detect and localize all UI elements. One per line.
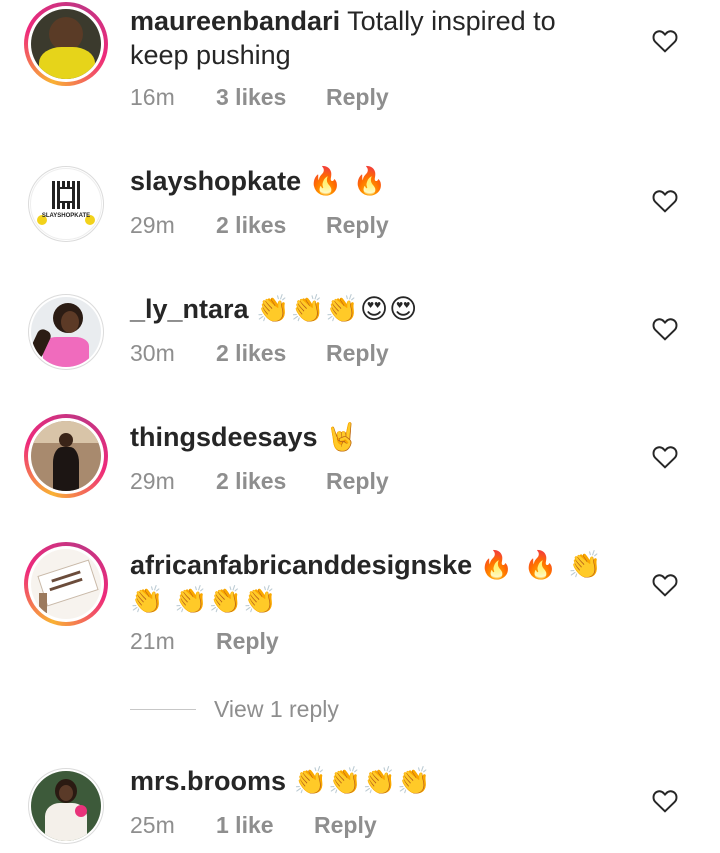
comment-likes[interactable]: 1 like bbox=[216, 812, 314, 839]
comment-time: 30m bbox=[130, 340, 175, 366]
avatar[interactable]: SLAYSHOPKATE bbox=[28, 166, 104, 242]
heart-outline-icon[interactable] bbox=[652, 445, 678, 469]
avatar[interactable] bbox=[28, 768, 104, 844]
reply-button[interactable]: Reply bbox=[326, 212, 389, 239]
comment-body: 👏👏👏👏 bbox=[293, 766, 433, 797]
comment-item: thingsdeesays 🤘 29m 2 likes Reply bbox=[0, 414, 720, 516]
reply-button[interactable]: Reply bbox=[326, 468, 389, 495]
comment-username[interactable]: africanfabricanddesignske bbox=[130, 550, 472, 580]
comment-username[interactable]: maureenbandari bbox=[130, 6, 340, 36]
reply-button[interactable]: Reply bbox=[314, 812, 377, 839]
comment-meta: 16m 3 likes Reply bbox=[130, 84, 389, 111]
view-replies-button[interactable]: View 1 reply bbox=[130, 696, 339, 723]
comment-text: thingsdeesays 🤘 bbox=[130, 420, 620, 455]
comment-body: 🔥 🔥 bbox=[308, 166, 388, 197]
comment-body: 👏👏👏😍😍 bbox=[256, 294, 419, 325]
comment-time: 29m bbox=[130, 468, 175, 494]
comment-text: mrs.brooms 👏👏👏👏 bbox=[130, 764, 620, 799]
comment-meta: 29m 2 likes Reply bbox=[130, 468, 389, 495]
view-replies-label: View 1 reply bbox=[214, 696, 339, 722]
avatar[interactable] bbox=[24, 414, 108, 498]
comment-item: maureenbandari Totally inspired to keep … bbox=[0, 0, 720, 130]
comment-likes[interactable]: 2 likes bbox=[216, 212, 326, 239]
comment-username[interactable]: mrs.brooms bbox=[130, 766, 286, 796]
heart-outline-icon[interactable] bbox=[652, 789, 678, 813]
comment-time: 29m bbox=[130, 212, 175, 238]
comment-text: _ly_ntara 👏👏👏😍😍 bbox=[130, 292, 620, 327]
comment-text: slayshopkate 🔥 🔥 bbox=[130, 164, 620, 199]
comment-likes[interactable]: 2 likes bbox=[216, 340, 326, 367]
comment-body: 🤘 bbox=[325, 422, 360, 453]
comment-likes[interactable]: 3 likes bbox=[216, 84, 326, 111]
comment-text: maureenbandari Totally inspired to keep … bbox=[130, 4, 620, 72]
divider bbox=[130, 709, 196, 710]
avatar-caption: SLAYSHOPKATE bbox=[41, 213, 91, 219]
reply-button[interactable]: Reply bbox=[216, 628, 279, 655]
comment-text: africanfabricanddesignske 🔥 🔥 👏👏 👏👏👏 bbox=[130, 548, 620, 618]
reply-button[interactable]: Reply bbox=[326, 84, 389, 111]
comment-username[interactable]: thingsdeesays bbox=[130, 422, 318, 452]
comment-meta: 21m Reply bbox=[130, 628, 279, 655]
comment-item: _ly_ntara 👏👏👏😍😍 30m 2 likes Reply bbox=[0, 288, 720, 388]
reply-button[interactable]: Reply bbox=[326, 340, 389, 367]
comment-item: mrs.brooms 👏👏👏👏 25m 1 like Reply bbox=[0, 764, 720, 853]
avatar[interactable] bbox=[24, 542, 108, 626]
heart-outline-icon[interactable] bbox=[652, 317, 678, 341]
comment-meta: 25m 1 like Reply bbox=[130, 812, 377, 839]
avatar[interactable] bbox=[24, 2, 108, 86]
heart-outline-icon[interactable] bbox=[652, 29, 678, 53]
comment-likes[interactable]: 2 likes bbox=[216, 468, 326, 495]
comment-time: 16m bbox=[130, 84, 175, 110]
comment-item: africanfabricanddesignske 🔥 🔥 👏👏 👏👏👏 21m… bbox=[0, 542, 720, 684]
comment-time: 21m bbox=[130, 628, 175, 654]
heart-outline-icon[interactable] bbox=[652, 573, 678, 597]
comment-item: SLAYSHOPKATE slayshopkate 🔥 🔥 29m 2 like… bbox=[0, 160, 720, 260]
comment-meta: 29m 2 likes Reply bbox=[130, 212, 389, 239]
comment-username[interactable]: _ly_ntara bbox=[130, 294, 249, 324]
avatar[interactable] bbox=[28, 294, 104, 370]
comment-username[interactable]: slayshopkate bbox=[130, 166, 301, 196]
comment-time: 25m bbox=[130, 812, 175, 838]
heart-outline-icon[interactable] bbox=[652, 189, 678, 213]
comment-meta: 30m 2 likes Reply bbox=[130, 340, 389, 367]
